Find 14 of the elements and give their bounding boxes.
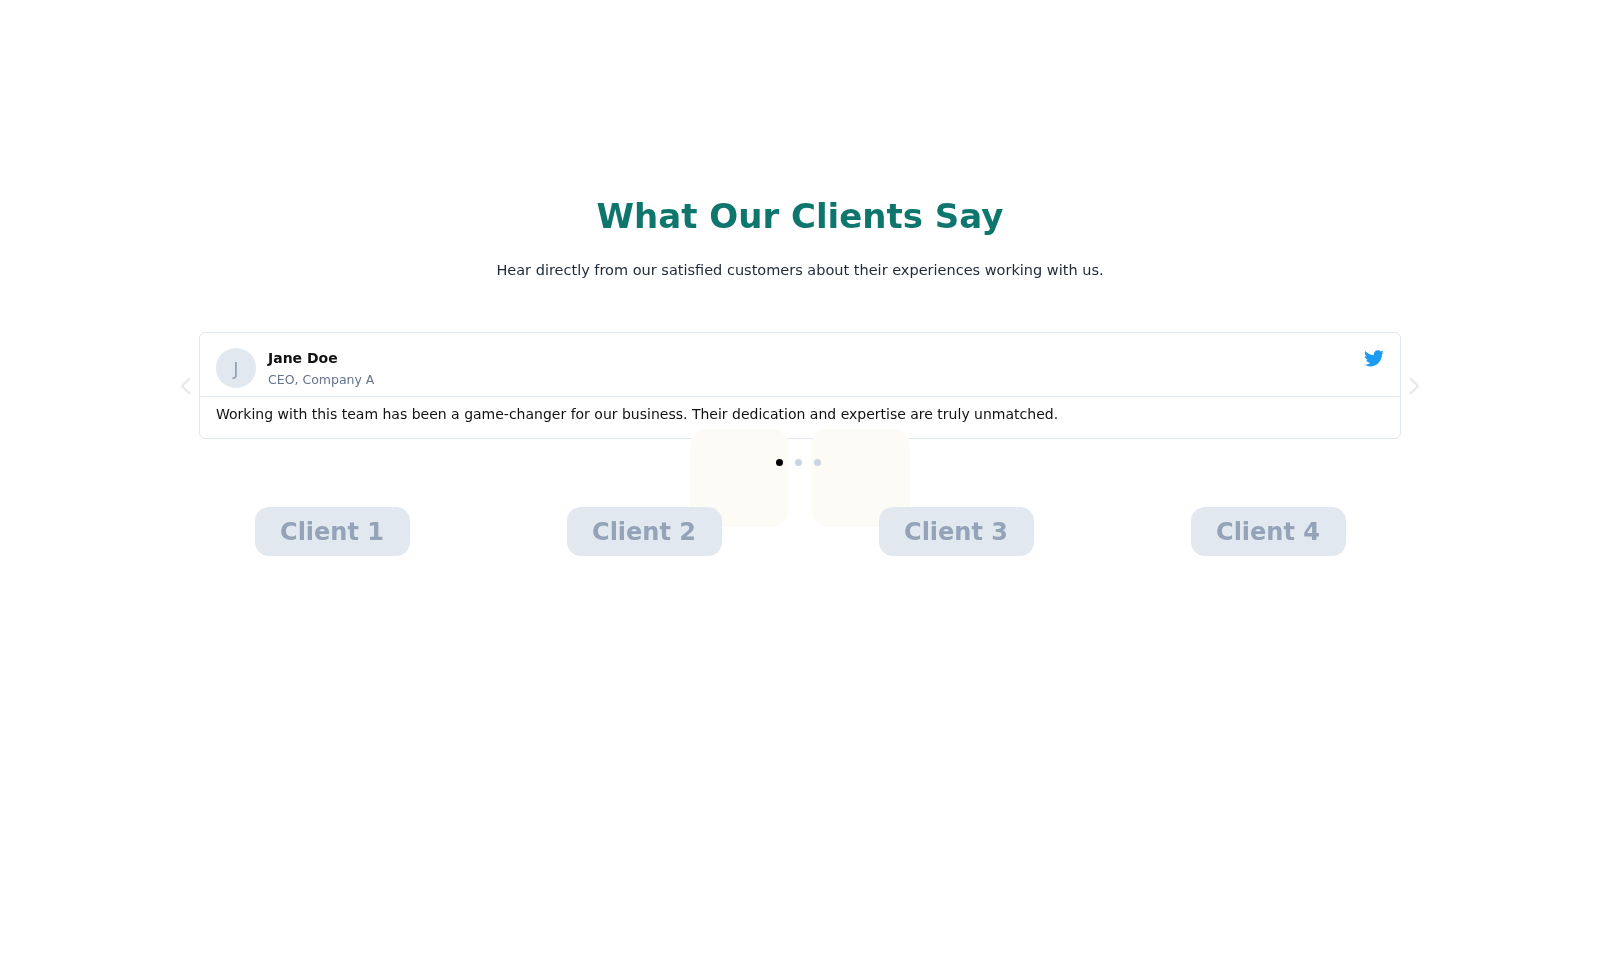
client-logo: Client 4 (1190, 507, 1346, 556)
pagination-dot[interactable] (795, 459, 802, 466)
pagination-dot[interactable] (814, 459, 821, 466)
section-subheading: Hear directly from our satisfied customers about their experiences working with us. (496, 262, 1104, 278)
section-heading: What Our Clients Say (596, 196, 1004, 236)
bird-icon[interactable] (1364, 350, 1384, 367)
author-role: CEO, Company A (268, 371, 375, 387)
author-name: Jane Doe (268, 349, 339, 366)
pagination-dot[interactable] (776, 459, 783, 466)
client-logo: Client 2 (566, 507, 722, 556)
client-logo: Client 1 (254, 507, 410, 556)
client-logo: Client 3 (878, 507, 1034, 556)
testimonial-quote: Working with this team has been a game-changer for our business. Their dedication and expertise are truly unmatched. (215, 405, 1060, 424)
avatar: J (216, 348, 256, 388)
